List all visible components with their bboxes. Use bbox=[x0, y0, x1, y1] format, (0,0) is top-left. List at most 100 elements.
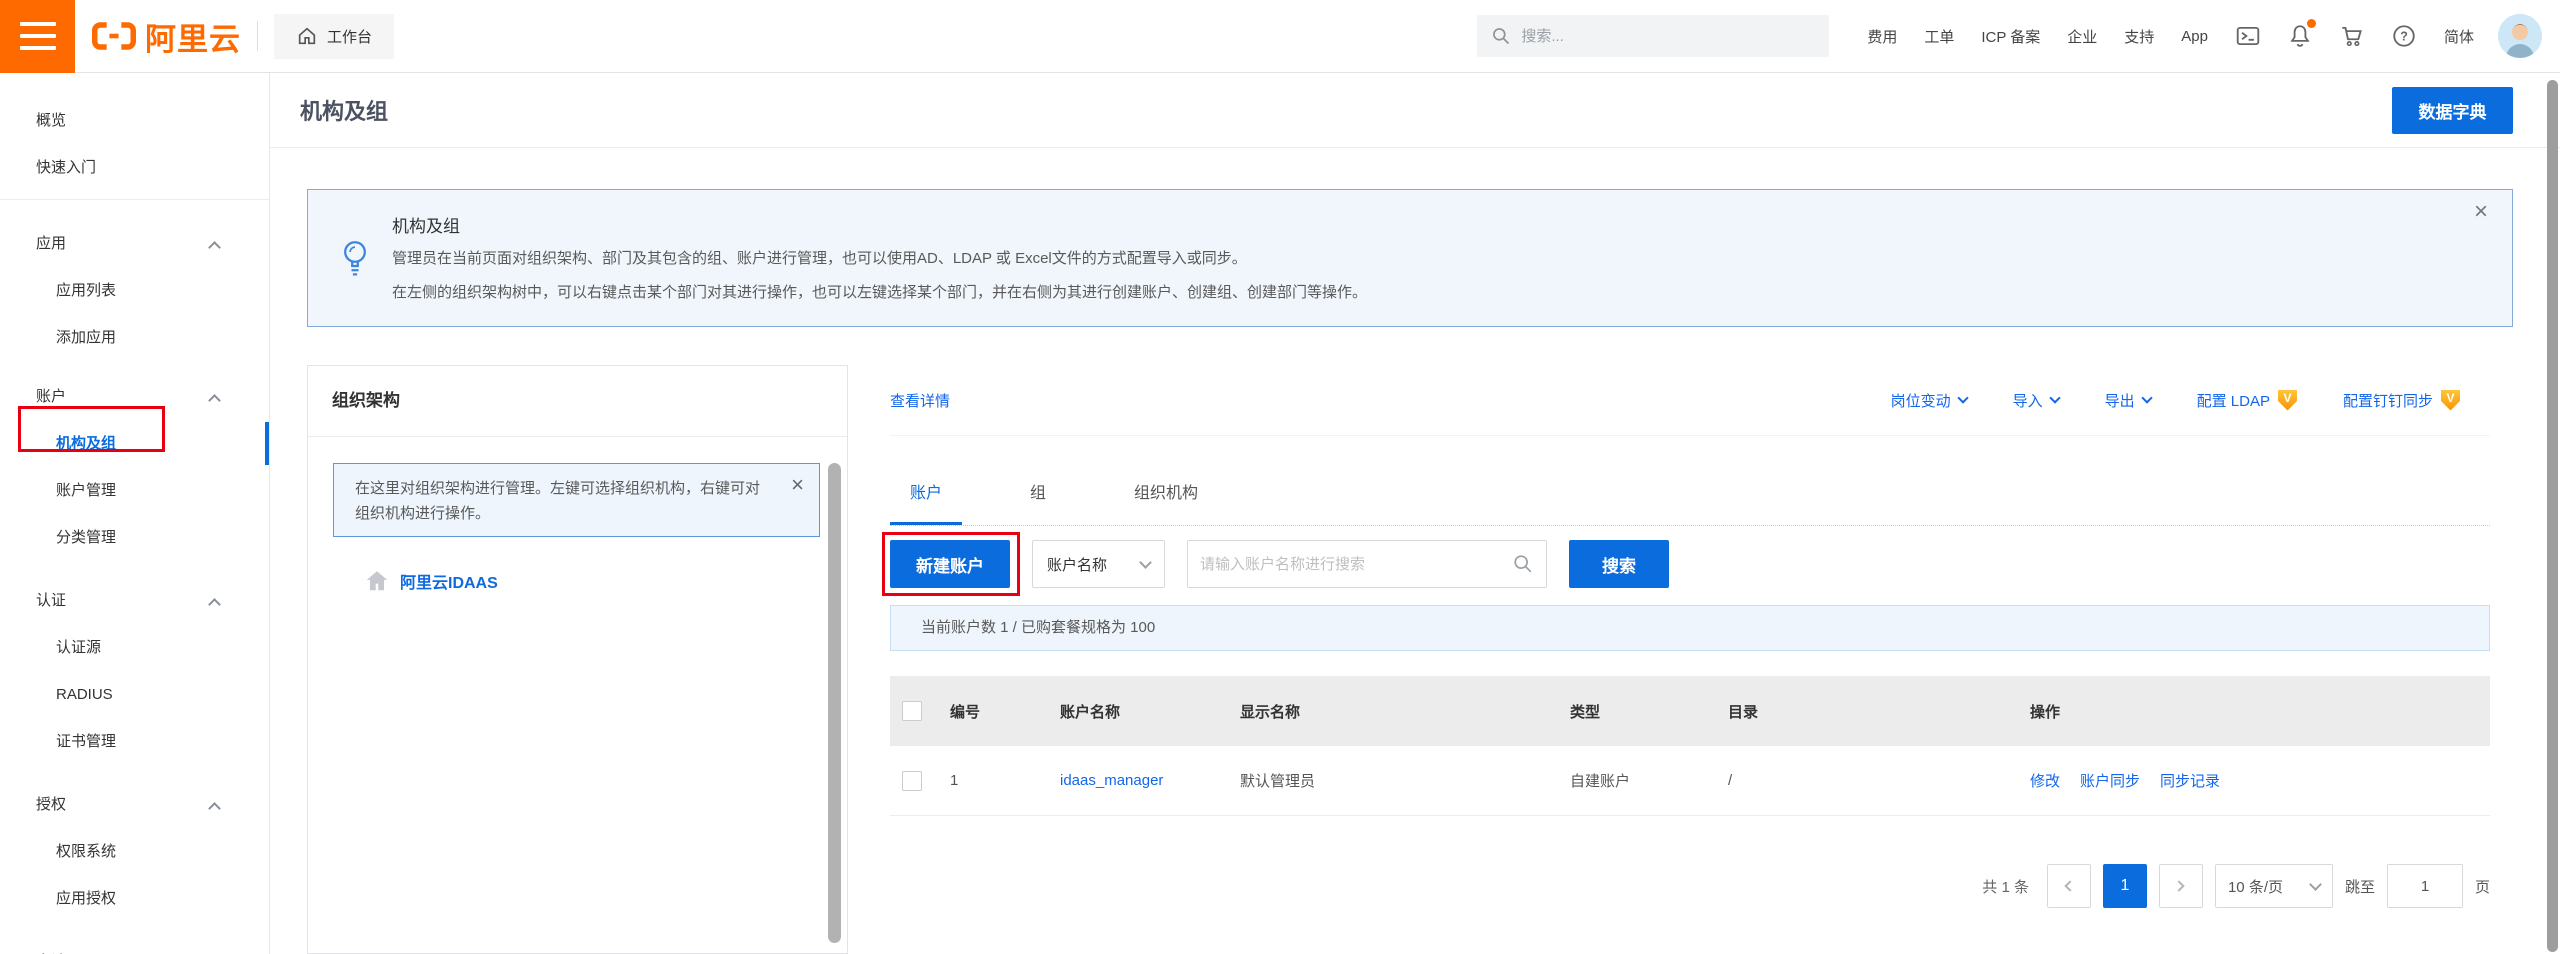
chevron-up-icon bbox=[208, 802, 221, 815]
info-banner: 机构及组 管理员在当前页面对组织架构、部门及其包含的组、账户进行管理，也可以使用… bbox=[307, 189, 2513, 327]
menu-item-enterprise[interactable]: 企业 bbox=[2067, 26, 2097, 47]
col-header-operations: 操作 bbox=[2030, 701, 2490, 722]
sidebar-item-account-mgmt[interactable]: 账户管理 bbox=[0, 467, 269, 514]
jump-to-page-input[interactable] bbox=[2387, 864, 2463, 908]
col-header-type: 类型 bbox=[1570, 701, 1728, 722]
prev-page-button[interactable] bbox=[2047, 864, 2091, 908]
search-button[interactable]: 搜索 bbox=[1569, 540, 1669, 588]
close-icon[interactable]: × bbox=[791, 474, 804, 496]
account-name-link[interactable]: idaas_manager bbox=[1060, 772, 1240, 789]
detail-toolbar: 查看详情 岗位变动 导入 导出 配置 LDAPV 配置钉钉同步V bbox=[890, 365, 2490, 436]
org-structure-panel: 组织架构 在这里对组织架构进行管理。左键可选择组织机构，右键可对组织机构进行操作… bbox=[307, 365, 848, 954]
chevron-left-icon bbox=[2065, 880, 2076, 891]
pagination-total: 共 1 条 bbox=[1982, 876, 2029, 897]
lightbulb-icon bbox=[338, 238, 372, 280]
sidebar-item-app-authorization[interactable]: 应用授权 bbox=[0, 875, 269, 922]
new-account-button[interactable]: 新建账户 bbox=[890, 540, 1010, 588]
sidebar-item-permission-system[interactable]: 权限系统 bbox=[0, 828, 269, 875]
cell-type: 自建账户 bbox=[1570, 770, 1728, 791]
col-header-display-name: 显示名称 bbox=[1240, 701, 1570, 722]
view-details-link[interactable]: 查看详情 bbox=[890, 390, 950, 411]
sidebar-group-authentication[interactable]: 认证 bbox=[0, 577, 269, 624]
sidebar-group-applications[interactable]: 应用 bbox=[0, 220, 269, 267]
global-search-input[interactable] bbox=[1521, 28, 1815, 45]
import-dropdown[interactable]: 导入 bbox=[2013, 390, 2059, 411]
menu-item-support[interactable]: 支持 bbox=[2124, 26, 2154, 47]
sidebar-item-category-mgmt[interactable]: 分类管理 bbox=[0, 514, 269, 561]
user-avatar[interactable] bbox=[2498, 14, 2542, 58]
next-page-button[interactable] bbox=[2159, 864, 2203, 908]
sidebar-group-authorization[interactable]: 授权 bbox=[0, 781, 269, 828]
terminal-icon[interactable] bbox=[2235, 23, 2261, 49]
table-header-row: 编号 账户名称 显示名称 类型 目录 操作 bbox=[890, 676, 2490, 746]
tab-accounts[interactable]: 账户 bbox=[890, 464, 962, 525]
page-scrollbar[interactable] bbox=[2547, 80, 2558, 952]
account-sync-link[interactable]: 账户同步 bbox=[2080, 770, 2140, 791]
cell-display-name: 默认管理员 bbox=[1240, 770, 1570, 791]
banner-line-2: 在左侧的组织架构树中，可以右键点击某个部门对其进行操作，也可以左键选择某个部门，… bbox=[392, 276, 1367, 310]
sidebar-group-audit[interactable]: 审计 bbox=[0, 938, 269, 954]
language-switcher[interactable]: 简体 bbox=[2444, 26, 2474, 47]
configure-ldap-link[interactable]: 配置 LDAPV bbox=[2197, 390, 2297, 411]
topbar-icons: ? bbox=[2235, 23, 2417, 49]
chevron-up-icon bbox=[208, 598, 221, 611]
cell-directory: / bbox=[1728, 772, 2030, 789]
search-icon bbox=[1491, 26, 1511, 46]
configure-dingtalk-sync-link[interactable]: 配置钉钉同步V bbox=[2343, 390, 2460, 411]
chevron-down-icon bbox=[1139, 556, 1152, 569]
position-change-dropdown[interactable]: 岗位变动 bbox=[1891, 390, 1967, 411]
col-header-account: 账户名称 bbox=[1060, 701, 1240, 722]
sync-record-link[interactable]: 同步记录 bbox=[2160, 770, 2220, 791]
banner-title: 机构及组 bbox=[392, 212, 460, 237]
notification-bell-icon[interactable] bbox=[2287, 23, 2313, 49]
vip-badge-icon: V bbox=[2278, 390, 2297, 411]
tab-org-structure[interactable]: 组织机构 bbox=[1114, 464, 1218, 525]
menu-item-icp[interactable]: ICP 备案 bbox=[1981, 26, 2040, 47]
org-tree-tooltip: 在这里对组织架构进行管理。左键可选择组织机构，右键可对组织机构进行操作。 × bbox=[333, 463, 820, 537]
help-icon[interactable]: ? bbox=[2391, 23, 2417, 49]
sidebar-item-cert-mgmt[interactable]: 证书管理 bbox=[0, 718, 269, 765]
workbench-button[interactable]: 工作台 bbox=[274, 14, 394, 59]
sidebar-item-add-app[interactable]: 添加应用 bbox=[0, 314, 269, 361]
close-icon[interactable]: × bbox=[2474, 200, 2488, 224]
row-checkbox[interactable] bbox=[902, 771, 922, 791]
menu-item-tickets[interactable]: 工单 bbox=[1924, 26, 1954, 47]
sidebar-item-overview[interactable]: 概览 bbox=[0, 97, 269, 144]
topbar-menu: 费用 工单 ICP 备案 企业 支持 App bbox=[1867, 26, 2208, 47]
sidebar-item-quickstart[interactable]: 快速入门 bbox=[0, 144, 269, 191]
cart-icon[interactable] bbox=[2339, 23, 2365, 49]
org-tooltip-text: 在这里对组织架构进行管理。左键可选择组织机构，右键可对组织机构进行操作。 bbox=[355, 480, 760, 522]
tab-groups[interactable]: 组 bbox=[1010, 464, 1066, 525]
chevron-right-icon bbox=[2174, 880, 2185, 891]
sidebar-item-auth-source[interactable]: 认证源 bbox=[0, 624, 269, 671]
cell-no: 1 bbox=[950, 772, 1060, 789]
account-search-input[interactable] bbox=[1200, 556, 1504, 573]
export-dropdown[interactable]: 导出 bbox=[2105, 390, 2151, 411]
data-dictionary-button[interactable]: 数据字典 bbox=[2392, 87, 2513, 134]
workbench-label: 工作台 bbox=[327, 26, 372, 47]
sidebar-item-radius[interactable]: RADIUS bbox=[0, 671, 269, 718]
toolbar-actions: 岗位变动 导入 导出 配置 LDAPV 配置钉钉同步V bbox=[1891, 390, 2460, 411]
menu-item-app[interactable]: App bbox=[2181, 28, 2208, 45]
aliyun-logo-icon bbox=[92, 21, 136, 51]
select-all-checkbox[interactable] bbox=[902, 701, 922, 721]
sidebar-nav: 概览 快速入门 应用 应用列表 添加应用 账户 机构及组 账户管理 分类管理 认… bbox=[0, 73, 270, 954]
jump-to-label: 跳至 bbox=[2345, 876, 2375, 897]
search-icon bbox=[1512, 553, 1534, 575]
top-navbar: 阿里云 工作台 费用 工单 ICP 备案 企业 支持 App bbox=[0, 0, 2560, 73]
sidebar-item-org-and-groups[interactable]: 机构及组 bbox=[0, 420, 269, 467]
banner-line-1: 管理员在当前页面对组织架构、部门及其包含的组、账户进行管理，也可以使用AD、LD… bbox=[392, 242, 1367, 276]
page-size-select[interactable]: 10 条/页 bbox=[2215, 864, 2333, 908]
modify-link[interactable]: 修改 bbox=[2030, 770, 2060, 791]
sidebar-item-app-list[interactable]: 应用列表 bbox=[0, 267, 269, 314]
page-title-bar: 机构及组 数据字典 bbox=[270, 73, 2560, 148]
sidebar-group-accounts[interactable]: 账户 bbox=[0, 373, 269, 420]
aliyun-logo[interactable]: 阿里云 bbox=[92, 14, 241, 59]
hamburger-menu-button[interactable] bbox=[0, 0, 75, 73]
current-page-button[interactable]: 1 bbox=[2103, 864, 2147, 908]
page-title: 机构及组 bbox=[300, 94, 388, 126]
filter-field-select[interactable]: 账户名称 bbox=[1032, 540, 1165, 588]
org-panel-scrollbar[interactable] bbox=[828, 463, 841, 943]
org-tree-root-node[interactable]: 阿里云IDAAS bbox=[364, 568, 498, 594]
menu-item-billing[interactable]: 费用 bbox=[1867, 26, 1897, 47]
